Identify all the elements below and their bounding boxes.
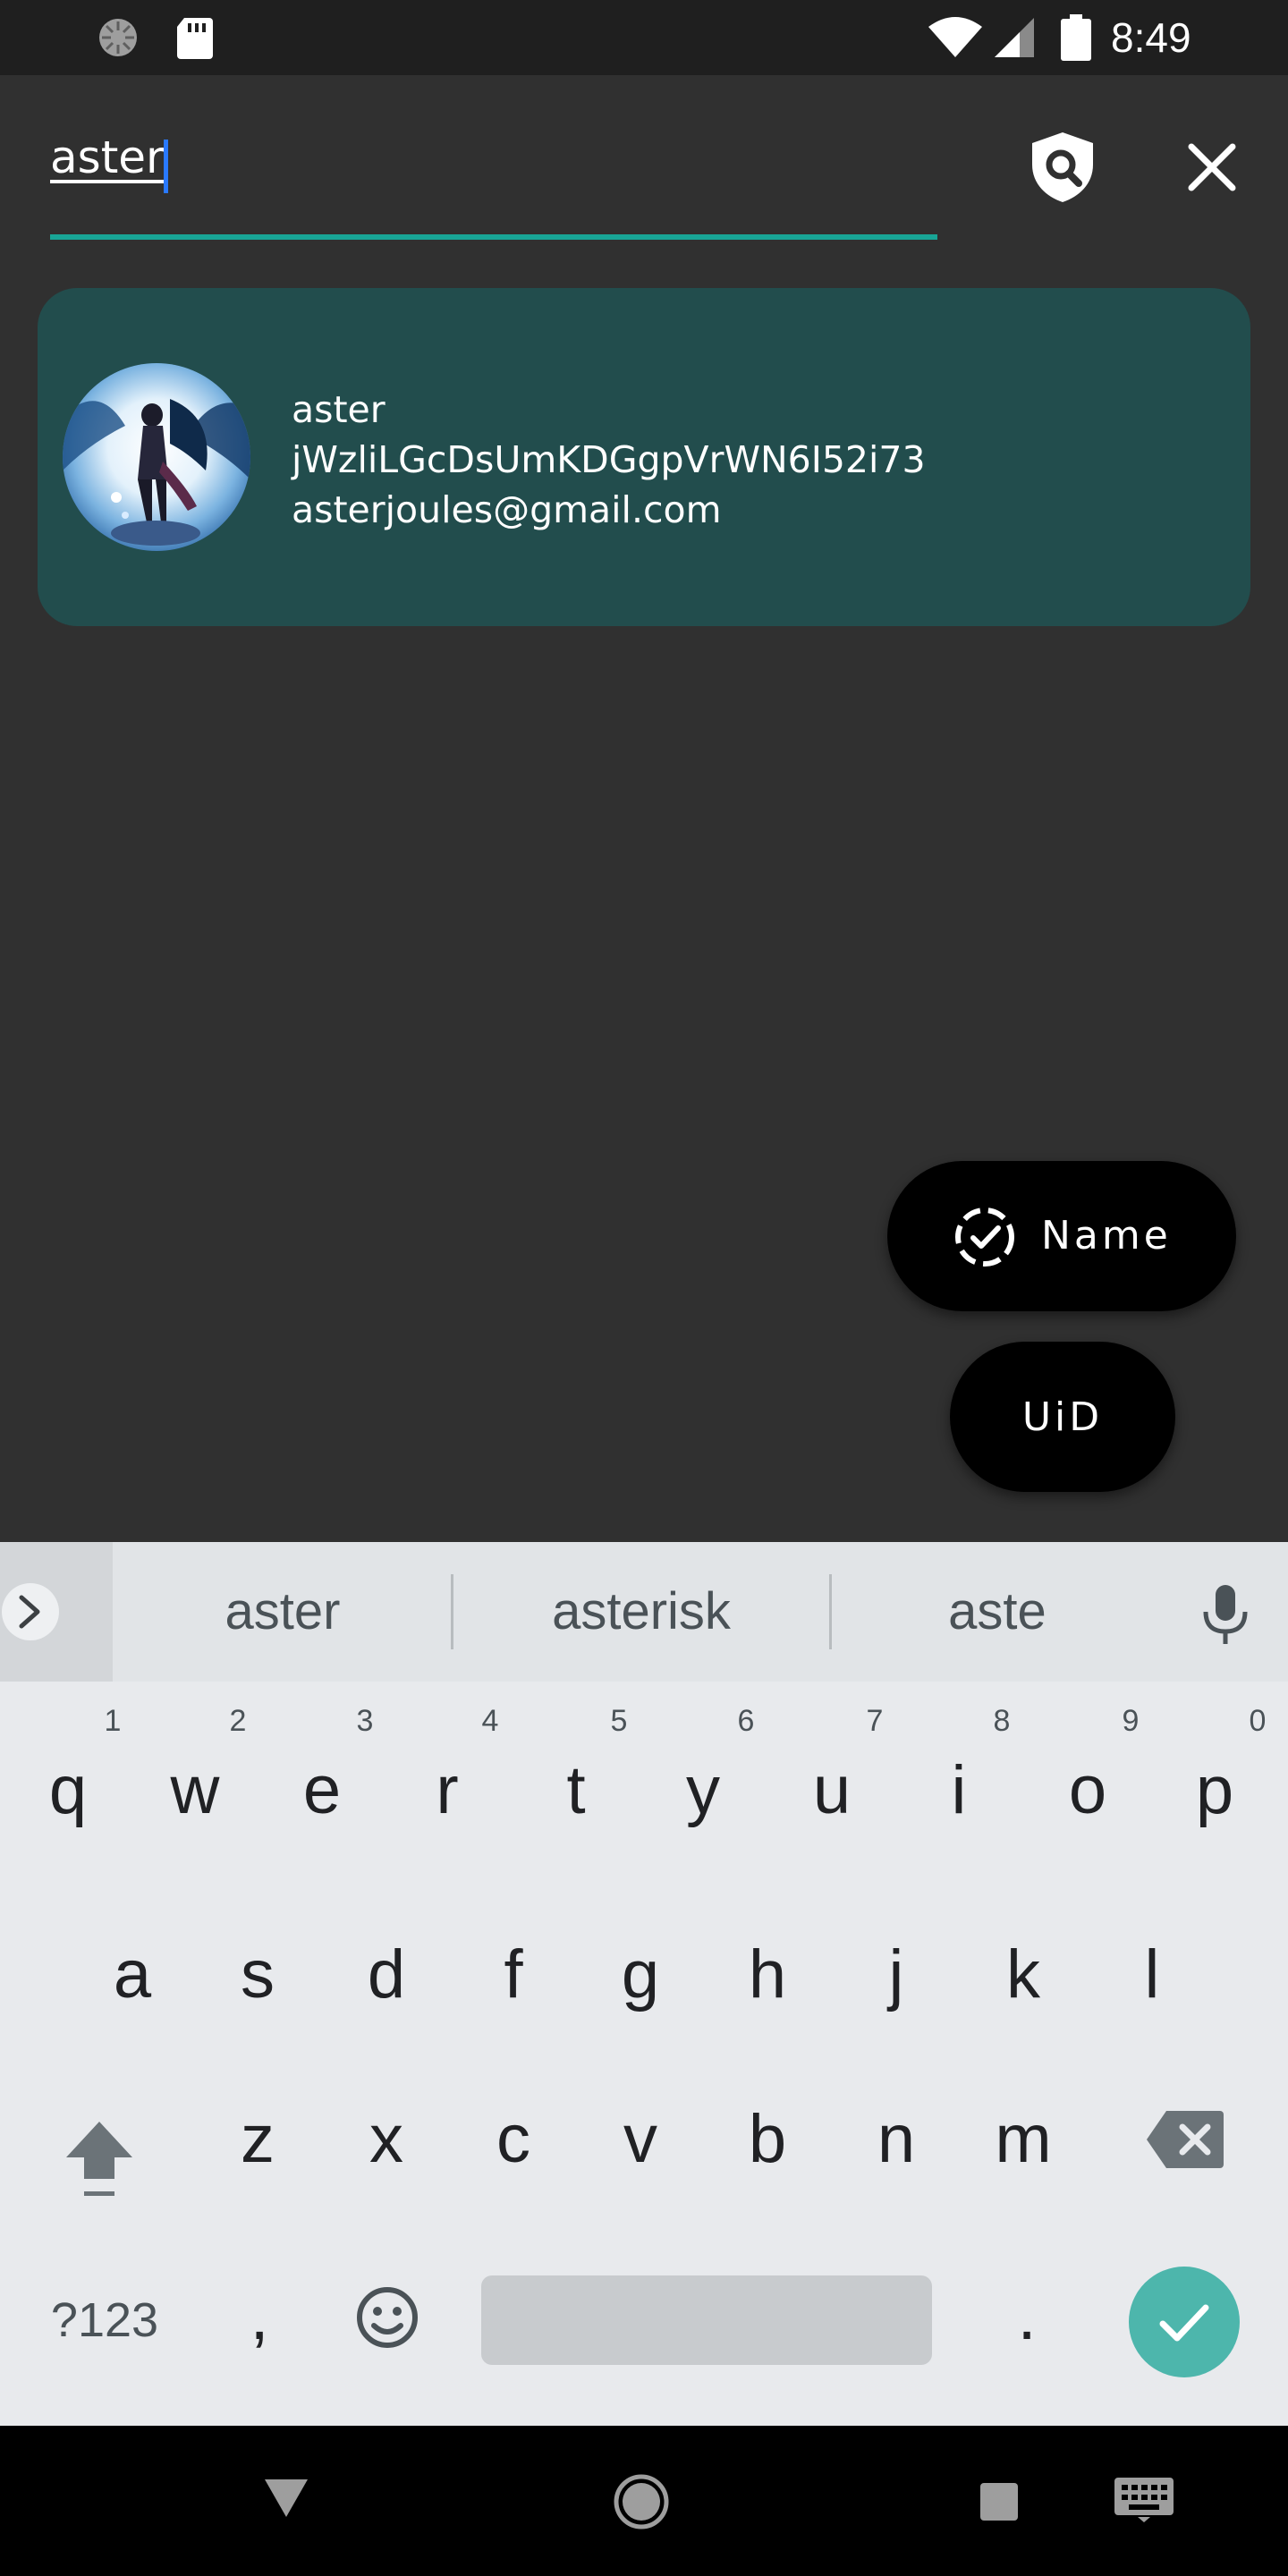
name-button-label: Name (1041, 1213, 1172, 1258)
key-v[interactable]: v (596, 2086, 685, 2193)
key-d[interactable]: d (342, 1921, 431, 2029)
dashed-check-circle-icon (955, 1208, 1014, 1267)
microphone-icon[interactable] (1199, 1581, 1252, 1646)
keyboard-expand-button[interactable] (0, 1542, 113, 1682)
key-q[interactable]: q (23, 1737, 113, 1844)
shift-icon[interactable] (63, 2114, 136, 2200)
suggestion-2[interactable]: asterisk (453, 1542, 829, 1682)
result-details: aster jWzliLGcDsUmKDGgpVrWN6I52i73 aster… (292, 385, 926, 535)
key-s[interactable]: s (213, 1921, 302, 2029)
key-hint-0: 0 (1249, 1704, 1267, 1738)
keyboard-switch-icon[interactable] (1113, 2476, 1175, 2522)
key-w[interactable]: w (150, 1737, 240, 1844)
key-c[interactable]: c (469, 2086, 558, 2193)
result-email: asterjoules@gmail.com (292, 488, 722, 531)
sync-icon (99, 19, 137, 56)
key-l[interactable]: l (1107, 1921, 1197, 2029)
uid-button-label: UiD (1021, 1394, 1104, 1440)
key-hint-8: 8 (993, 1704, 1011, 1738)
recents-icon[interactable] (979, 2481, 1020, 2522)
key-n[interactable]: n (852, 2086, 941, 2193)
result-name: aster (292, 388, 386, 431)
home-icon[interactable] (612, 2472, 671, 2531)
key-b[interactable]: b (723, 2086, 812, 2193)
avatar (63, 363, 250, 551)
check-icon (1159, 2304, 1209, 2342)
sd-card-icon (177, 18, 213, 59)
status-bar: 8:49 (0, 0, 1288, 75)
key-f[interactable]: f (469, 1921, 558, 2029)
shield-search-icon[interactable] (1029, 131, 1097, 204)
space-key[interactable] (481, 2275, 932, 2365)
battery-icon (1061, 14, 1091, 61)
key-m[interactable]: m (979, 2086, 1068, 2193)
search-header (0, 75, 1288, 254)
key-hint-7: 7 (866, 1704, 884, 1738)
search-input[interactable] (50, 122, 936, 193)
user-result-card[interactable]: aster jWzliLGcDsUmKDGgpVrWN6I52i73 aster… (38, 288, 1250, 626)
suggestion-strip: aster asterisk aste (0, 1542, 1288, 1682)
key-u[interactable]: u (787, 1737, 877, 1844)
key-z[interactable]: z (213, 2086, 302, 2193)
key-e[interactable]: e (277, 1737, 367, 1844)
key-h[interactable]: h (723, 1921, 812, 2029)
key-y[interactable]: y (658, 1737, 748, 1844)
key-o[interactable]: o (1043, 1737, 1132, 1844)
status-time: 8:49 (1111, 14, 1191, 61)
comma-key[interactable]: , (225, 2272, 293, 2361)
key-hint-4: 4 (481, 1704, 499, 1738)
emoji-icon[interactable] (354, 2284, 420, 2351)
key-hint-3: 3 (356, 1704, 374, 1738)
search-underline (50, 234, 937, 240)
search-by-name-button[interactable]: Name (887, 1161, 1236, 1311)
search-by-uid-button[interactable]: UiD (950, 1342, 1175, 1492)
enter-key[interactable] (1129, 2267, 1240, 2377)
result-uid: jWzliLGcDsUmKDGgpVrWN6I52i73 (292, 438, 926, 481)
suggestion-1[interactable]: aster (113, 1542, 453, 1682)
key-k[interactable]: k (979, 1921, 1068, 2029)
key-hint-6: 6 (737, 1704, 755, 1738)
wifi-icon (928, 17, 982, 57)
backspace-icon[interactable] (1145, 2109, 1225, 2170)
back-icon[interactable] (259, 2469, 313, 2522)
key-hint-2: 2 (229, 1704, 247, 1738)
symbols-key[interactable]: ?123 (38, 2275, 172, 2365)
avatar-image (63, 399, 250, 546)
text-caret (164, 140, 168, 193)
period-key[interactable]: . (993, 2272, 1061, 2361)
cell-signal-icon (995, 18, 1034, 57)
key-hint-1: 1 (104, 1704, 122, 1738)
system-nav-bar (0, 2426, 1288, 2576)
key-g[interactable]: g (596, 1921, 685, 2029)
key-hint-9: 9 (1122, 1704, 1140, 1738)
soft-keyboard: aster asterisk aste ?123 , . q 1 w 2 e 3… (0, 1542, 1288, 2426)
chevron-right-icon (19, 1595, 40, 1629)
key-hint-5: 5 (610, 1704, 628, 1738)
key-p[interactable]: p (1170, 1737, 1259, 1844)
key-j[interactable]: j (852, 1921, 941, 2029)
key-i[interactable]: i (914, 1737, 1004, 1844)
suggestion-3[interactable]: aste (832, 1542, 1163, 1682)
key-r[interactable]: r (402, 1737, 492, 1844)
key-t[interactable]: t (531, 1737, 621, 1844)
close-icon[interactable] (1181, 136, 1243, 199)
key-x[interactable]: x (342, 2086, 431, 2193)
key-a[interactable]: a (88, 1921, 177, 2029)
